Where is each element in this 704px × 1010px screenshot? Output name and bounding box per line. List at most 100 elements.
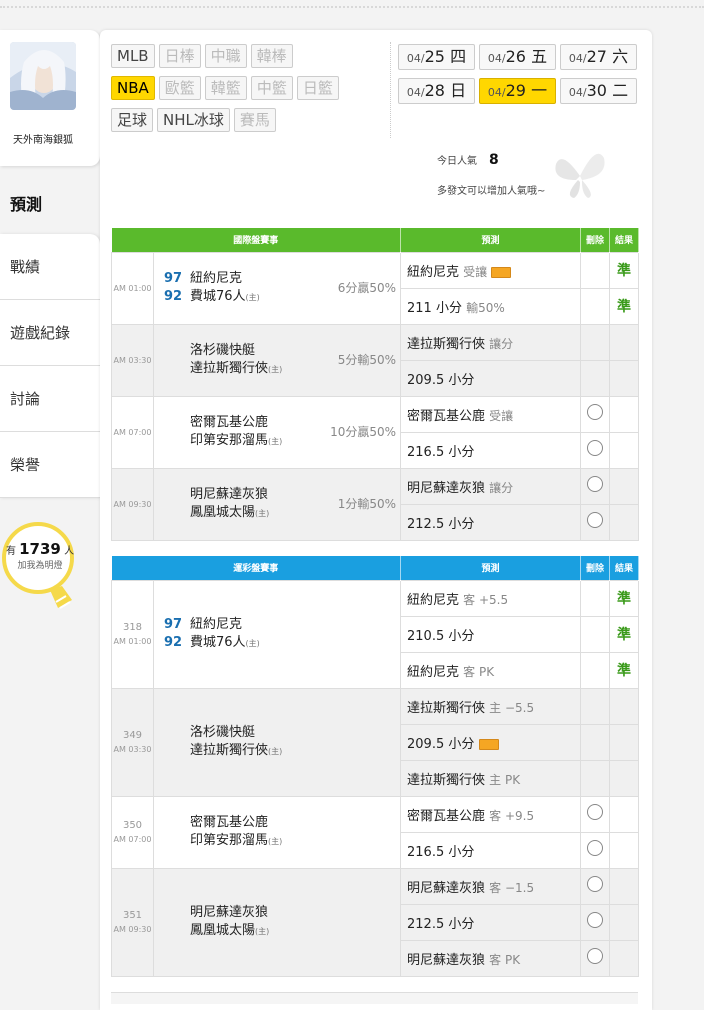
league-tag[interactable]: 歐籃: [158, 76, 201, 100]
league-tag[interactable]: 賽馬: [233, 108, 276, 132]
prediction-main: 209.5 小分: [407, 736, 475, 752]
delete-cell: [580, 431, 611, 469]
prediction-cell: 明尼蘇達灰狼 客 PK: [400, 939, 582, 977]
col-result: 結果: [609, 556, 640, 580]
delete-radio[interactable]: [587, 476, 604, 492]
home-mark: (主): [245, 639, 260, 648]
hot-badge-icon: [491, 266, 512, 278]
match-time-cell: AM 01:00: [111, 251, 154, 325]
prediction-main: 209.5 小分: [407, 372, 475, 388]
prediction-main: 達拉斯獨行俠: [407, 336, 486, 352]
home-team: 達拉斯獨行俠: [190, 743, 269, 758]
nav-item-record[interactable]: 戰績: [0, 234, 100, 300]
date-button[interactable]: 04/26 五: [479, 44, 556, 70]
match-time-cell: 349 AM 03:30: [111, 687, 154, 797]
league-tag[interactable]: 足球: [111, 108, 154, 132]
prediction-detail: 受讓: [463, 264, 488, 279]
intl-table: 國際盤賽事 預測 刪除 結果 AM 01:00 97 紐約尼克 92 費城76人(主) 6…: [111, 228, 640, 541]
delete-cell: [580, 287, 611, 325]
result-cell: 準: [609, 579, 640, 617]
date-month: 04/: [406, 52, 425, 65]
date-month: 04/: [568, 86, 587, 99]
delete-cell: [580, 467, 611, 505]
date-button[interactable]: 04/28 日: [398, 78, 475, 104]
league-tag[interactable]: NBA: [111, 76, 155, 100]
delete-radio[interactable]: [587, 512, 604, 528]
away-team: 洛杉磯快艇: [190, 725, 256, 740]
bottom-bar: [111, 992, 638, 1004]
delete-radio[interactable]: [587, 440, 604, 456]
avatar[interactable]: [10, 42, 76, 110]
delete-cell: [580, 323, 611, 361]
league-tag[interactable]: NHL冰球: [157, 108, 230, 132]
home-mark: (主): [268, 437, 283, 446]
prediction-main: 216.5 小分: [407, 444, 475, 460]
col-del: 刪除: [580, 556, 611, 580]
delete-radio[interactable]: [587, 804, 604, 820]
away-team-row: 洛杉磯快艇: [164, 724, 400, 742]
fans-widget[interactable]: 有 1739 人 加我為明燈: [0, 516, 100, 626]
result-cell: [609, 867, 640, 905]
nav-item-predict[interactable]: 預測: [0, 180, 100, 232]
away-team: 紐約尼克: [190, 271, 243, 286]
result-cell: 準: [609, 651, 640, 689]
delete-cell: [580, 615, 611, 653]
prediction-main: 紐約尼克: [407, 664, 460, 680]
result-cell: [609, 723, 640, 761]
main-panel: MLB 日棒 中職 韓棒 NBA 歐籃 韓籃 中籃 日籃 足球 NHL冰球 賽馬 04/25 四 04/…: [100, 30, 652, 1010]
league-tag[interactable]: 韓籃: [204, 76, 247, 100]
home-team: 費城76人: [190, 635, 246, 650]
delete-radio[interactable]: [587, 840, 604, 856]
result-cell: [609, 759, 640, 797]
date-day: 26: [505, 47, 526, 66]
date-button[interactable]: 04/25 四: [398, 44, 475, 70]
nav-item-discussion[interactable]: 討論: [0, 366, 100, 432]
away-team: 明尼蘇達灰狼: [190, 905, 269, 920]
match-cell: 洛杉磯快艇 達拉斯獨行俠(主) 5分輸50%: [152, 323, 402, 397]
match-time: AM 09:30: [113, 925, 152, 934]
away-team-row: 97 紐約尼克: [164, 616, 400, 634]
delete-cell: [580, 651, 611, 689]
date-weekday: 日: [450, 81, 467, 100]
league-tag[interactable]: 韓棒: [250, 44, 293, 68]
league-tag[interactable]: MLB: [111, 44, 155, 68]
delete-cell: [580, 687, 611, 725]
league-tag[interactable]: 中職: [204, 44, 247, 68]
follow-link[interactable]: 加我為明燈: [0, 558, 80, 571]
date-button[interactable]: 04/27 六: [560, 44, 637, 70]
league-tag[interactable]: 中籃: [250, 76, 293, 100]
table-row: AM 09:30 明尼蘇達灰狼 鳳凰城太陽(主) 1分輸50% 明尼蘇達灰狼 讓分: [111, 467, 640, 541]
prediction-detail: 客 +5.5: [463, 592, 509, 607]
home-team-row: 達拉斯獨行俠(主): [164, 742, 400, 760]
match-number: 351: [122, 910, 143, 921]
home-team-row: 鳳凰城太陽(主): [164, 922, 400, 940]
delete-radio[interactable]: [587, 948, 604, 964]
delete-cell: [580, 251, 611, 289]
prediction-cell: 紐約尼克 客 PK: [400, 651, 582, 689]
prediction-detail: 讓分: [489, 336, 514, 351]
home-team: 鳳凰城太陽: [190, 505, 256, 520]
date-button[interactable]: 04/29 一: [479, 78, 556, 104]
delete-radio[interactable]: [587, 876, 604, 892]
date-month: 04/: [487, 86, 506, 99]
away-team: 密爾瓦基公鹿: [190, 815, 269, 830]
odds-result: 6分贏50%: [337, 281, 397, 295]
match-time-cell: 351 AM 09:30: [111, 867, 154, 977]
nav-list: 戰績 遊戲紀錄 討論 榮譽: [0, 234, 100, 498]
butterfly-icon: [555, 153, 605, 198]
league-tag[interactable]: 日籃: [296, 76, 339, 100]
match-cell: 97 紐約尼克 92 費城76人(主) 6分贏50%: [152, 251, 402, 325]
profile-name[interactable]: 天外南海銀狐: [0, 131, 86, 146]
prediction-detail: 受讓: [489, 408, 514, 423]
away-team: 明尼蘇達灰狼: [190, 487, 269, 502]
delete-cell: [580, 395, 611, 433]
table-row: 318 AM 01:00 97 紐約尼克 92 費城76人(主) 紐約尼克 客 +5.5 準: [111, 579, 640, 689]
delete-radio[interactable]: [587, 404, 604, 420]
league-tag[interactable]: 日棒: [158, 44, 201, 68]
match-cell: 明尼蘇達灰狼 鳳凰城太陽(主) 1分輸50%: [152, 467, 402, 541]
nav-item-honor[interactable]: 榮譽: [0, 432, 100, 498]
delete-radio[interactable]: [587, 912, 604, 928]
date-weekday: 二: [612, 81, 629, 100]
nav-item-game-log[interactable]: 遊戲紀錄: [0, 300, 100, 366]
date-button[interactable]: 04/30 二: [560, 78, 637, 104]
